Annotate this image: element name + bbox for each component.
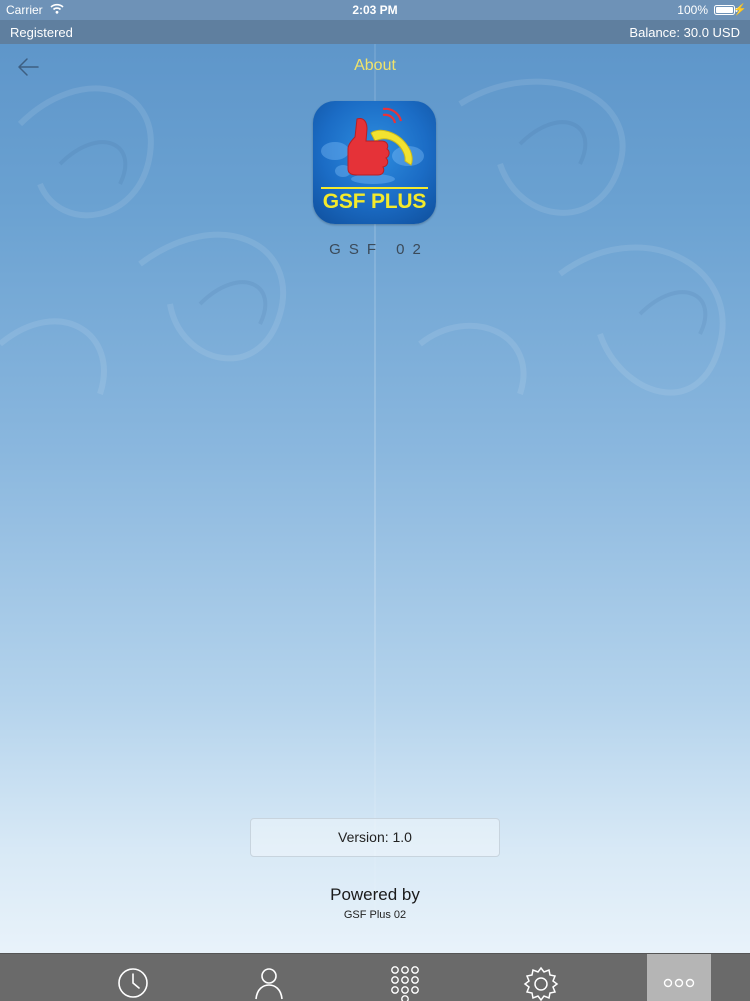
app-name: GSF 02 — [329, 241, 429, 258]
tab-contacts[interactable] — [237, 954, 301, 1001]
tab-more[interactable] — [647, 954, 711, 1001]
app-logo: GSF PLUS — [313, 101, 436, 224]
account-bar: Registered Balance: 30.0 USD — [0, 20, 750, 44]
company-name: GSF Plus 02 — [343, 909, 407, 921]
tab-history[interactable] — [101, 954, 165, 1001]
tab-settings[interactable] — [509, 954, 573, 1001]
more-icon — [663, 978, 695, 988]
version-label: Version: 1.0 — [250, 818, 500, 857]
gear-icon — [523, 966, 559, 1001]
clock-time: 2:03 PM — [352, 3, 398, 17]
page-title: About — [354, 57, 396, 74]
battery-percent: 100% — [677, 3, 708, 17]
dialpad-icon — [391, 966, 419, 1001]
balance-label: Balance: 30.0 USD — [629, 25, 740, 40]
person-icon — [255, 968, 283, 1000]
tab-dialpad[interactable] — [373, 954, 437, 1001]
clock-icon — [118, 968, 148, 998]
charging-bolt-icon: ⚡ — [733, 4, 747, 16]
status-bar: Carrier 2:03 PM 100% ⚡ — [0, 0, 750, 20]
registration-status: Registered — [10, 25, 73, 40]
tab-bar — [0, 953, 750, 1001]
logo-text: GSF PLUS — [322, 190, 427, 213]
powered-by-label: Powered by — [330, 885, 420, 904]
